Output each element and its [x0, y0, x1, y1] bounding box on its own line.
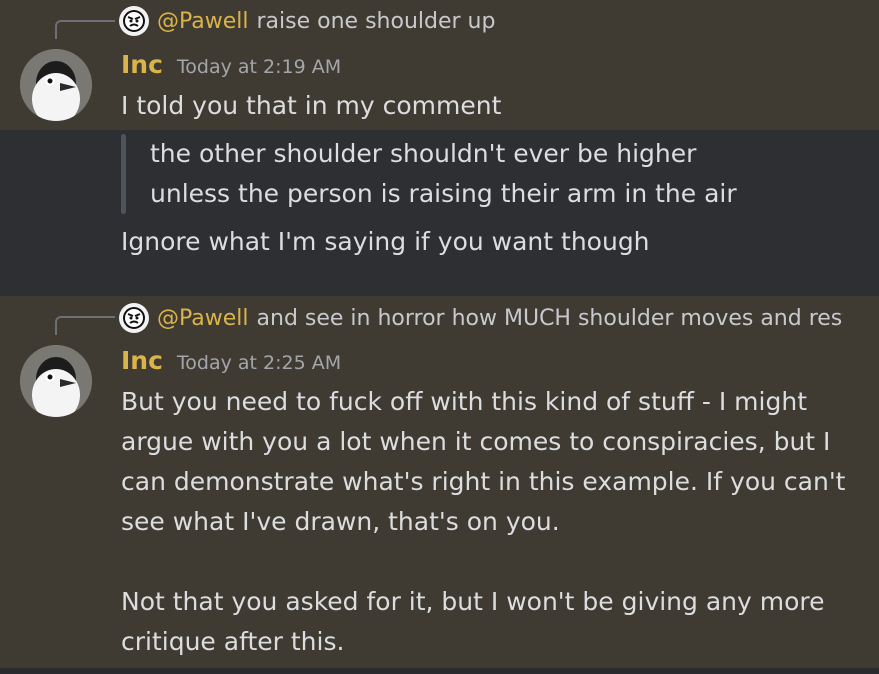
message-1-text-2: Ignore what I'm saying if you want thoug… [121, 227, 650, 256]
message-line: can demonstrate what's right in this exa… [121, 467, 846, 496]
bottom-divider [0, 668, 879, 674]
blockquote-bar [121, 134, 126, 214]
message-2-header: Inc Today at 2:25 AM [121, 346, 341, 375]
message-2-text: But you need to fuck off with this kind … [121, 382, 846, 662]
message-1-text: I told you that in my comment [121, 91, 502, 120]
avatar-penguin[interactable] [20, 345, 92, 417]
message-line: But you need to fuck off with this kind … [121, 387, 807, 416]
timestamp[interactable]: Today at 2:25 AM [177, 352, 341, 374]
avatar-penguin[interactable] [20, 49, 92, 121]
message-1-header: Inc Today at 2:19 AM [121, 50, 341, 79]
message-line: critique after this. [121, 627, 345, 656]
reply-preview-2[interactable]: @Pawell and see in horror how MUCH shoul… [55, 303, 843, 333]
username[interactable]: Inc [121, 50, 163, 79]
reply-mention[interactable]: @Pawell [157, 306, 249, 331]
message-line-blank [121, 542, 846, 582]
reply-text: raise one shoulder up [256, 8, 496, 34]
blockquote-text: the other shoulder shouldn't ever be hig… [150, 134, 737, 214]
quote-line: unless the person is raising their arm i… [150, 179, 737, 208]
reply-avatar-angry-face-icon [119, 6, 149, 36]
reply-mention[interactable]: @Pawell [157, 9, 249, 34]
message-line: argue with you a lot when it comes to co… [121, 427, 831, 456]
reply-preview-1[interactable]: @Pawell raise one shoulder up [55, 6, 875, 36]
quote-line: the other shoulder shouldn't ever be hig… [150, 139, 697, 168]
message-line: Not that you asked for it, but I won't b… [121, 587, 825, 616]
message-line: see what I've drawn, that's on you. [121, 507, 560, 536]
timestamp[interactable]: Today at 2:19 AM [177, 56, 341, 78]
reply-avatar-angry-face-icon [119, 303, 149, 333]
reply-text: and see in horror how MUCH shoulder move… [256, 305, 843, 331]
username[interactable]: Inc [121, 346, 163, 375]
